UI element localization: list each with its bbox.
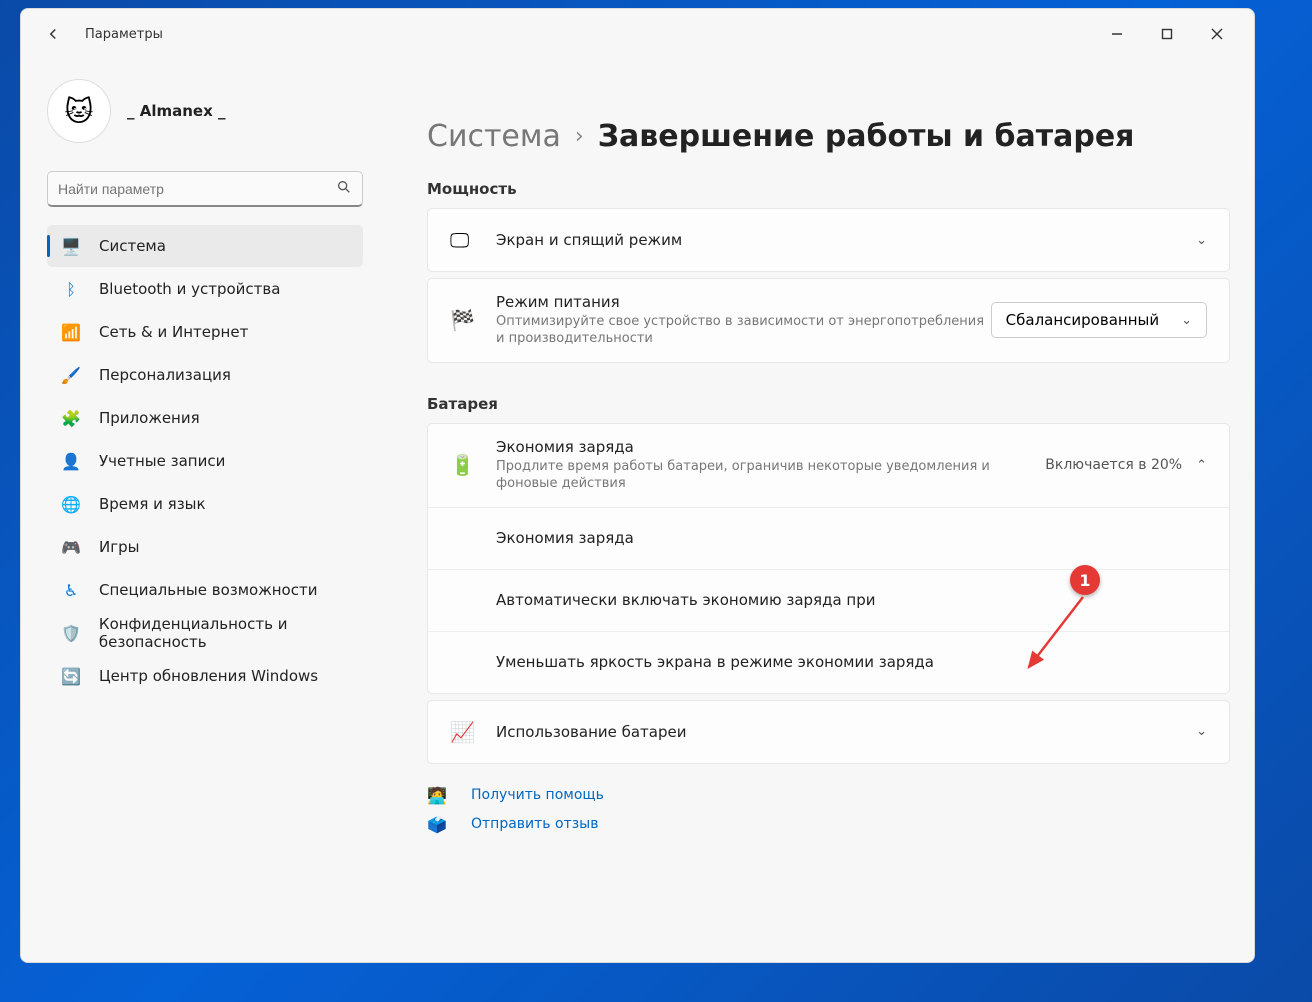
sidebar-item-label: Сеть & и Интернет: [99, 323, 248, 341]
search-input[interactable]: [58, 181, 336, 197]
sidebar-item-label: Игры: [99, 538, 139, 556]
battery-saver-toggle-row[interactable]: Экономия заряда: [428, 507, 1229, 569]
auto-enable-row[interactable]: Автоматически включать экономию заряда п…: [428, 569, 1229, 631]
sidebar-item-update[interactable]: 🔄 Центр обновления Windows: [47, 655, 363, 697]
power-mode-dropdown[interactable]: Сбалансированный ⌄: [991, 302, 1207, 338]
screen-icon: 🖵: [450, 228, 496, 252]
feedback-link-row: 🗳️ Отправить отзыв: [427, 815, 1230, 834]
get-help-link[interactable]: Получить помощь: [471, 787, 604, 803]
battery-usage-panel[interactable]: 📈 Использование батареи ⌄: [427, 700, 1230, 764]
power-mode-sub: Оптимизируйте свое устройство в зависимо…: [496, 314, 991, 348]
sidebar: 🐱 _ Almanex _ 🖥️ Система ᛒ Bluetooth и уст…: [21, 59, 377, 962]
dim-row[interactable]: Уменьшать яркость экрана в режиме эконом…: [428, 631, 1229, 693]
feedback-link[interactable]: Отправить отзыв: [471, 816, 598, 832]
sidebar-item-system[interactable]: 🖥️ Система: [47, 225, 363, 267]
breadcrumb-parent[interactable]: Система: [427, 119, 561, 154]
page-title: Завершение работы и батарея: [598, 119, 1135, 154]
sidebar-item-bluetooth[interactable]: ᛒ Bluetooth и устройства: [47, 268, 363, 310]
sidebar-item-personalization[interactable]: 🖌️ Персонализация: [47, 354, 363, 396]
screen-sleep-title: Экран и спящий режим: [496, 231, 1196, 249]
brush-icon: 🖌️: [61, 365, 81, 385]
system-icon: 🖥️: [61, 236, 81, 256]
sidebar-item-label: Учетные записи: [99, 452, 225, 470]
auto-enable-label: Автоматически включать экономию заряда п…: [496, 591, 1207, 609]
sidebar-item-network[interactable]: 📶 Сеть & и Интернет: [47, 311, 363, 353]
sidebar-item-time-language[interactable]: 🌐 Время и язык: [47, 483, 363, 525]
sidebar-item-label: Bluetooth и устройства: [99, 280, 280, 298]
help-icon: 🧑‍💻: [427, 786, 449, 805]
sidebar-item-label: Система: [99, 237, 166, 255]
power-mode-value: Сбалансированный: [1006, 311, 1159, 329]
bluetooth-icon: ᛒ: [61, 279, 81, 299]
maximize-button[interactable]: [1142, 16, 1192, 52]
sidebar-item-label: Время и язык: [99, 495, 206, 513]
sidebar-item-accessibility[interactable]: ♿ Специальные возможности: [47, 569, 363, 611]
battery-saver-status: Включается в 20%: [1045, 457, 1182, 473]
profile-block[interactable]: 🐱 _ Almanex _: [47, 79, 363, 143]
battery-saver-header[interactable]: 🔋 Экономия заряда Продлите время работы …: [428, 424, 1229, 507]
search-box[interactable]: [47, 171, 363, 207]
power-mode-panel[interactable]: 🏁 Режим питания Оптимизируйте свое устро…: [427, 278, 1230, 363]
battery-icon: 🔋: [450, 453, 496, 477]
sidebar-item-apps[interactable]: 🧩 Приложения: [47, 397, 363, 439]
settings-window: Параметры 🐱 _ Almanex _ 🖥️ Система ᛒ Bluet…: [20, 8, 1255, 963]
chevron-right-icon: ›: [575, 124, 584, 149]
close-button[interactable]: [1192, 16, 1242, 52]
dim-label: Уменьшать яркость экрана в режиме эконом…: [496, 653, 1207, 671]
annotation-marker-1: 1: [1070, 565, 1100, 595]
minimize-button[interactable]: [1092, 16, 1142, 52]
window-controls: [1092, 16, 1242, 52]
help-link-row: 🧑‍💻 Получить помощь: [427, 786, 1230, 805]
battery-saver-toggle-label: Экономия заряда: [496, 529, 1207, 547]
section-battery-label: Батарея: [427, 395, 1230, 413]
screen-sleep-panel[interactable]: 🖵 Экран и спящий режим ⌄: [427, 208, 1230, 272]
main-content: Система › Завершение работы и батарея Мо…: [377, 59, 1254, 962]
avatar: 🐱: [47, 79, 111, 143]
window-title: Параметры: [85, 27, 163, 42]
chevron-down-icon: ⌄: [1196, 233, 1207, 248]
sidebar-item-gaming[interactable]: 🎮 Игры: [47, 526, 363, 568]
sidebar-item-label: Конфиденциальность и безопасность: [99, 615, 349, 651]
gauge-icon: 🏁: [450, 308, 496, 332]
accounts-icon: 👤: [61, 451, 81, 471]
titlebar: Параметры: [21, 9, 1254, 59]
battery-saver-panel: 🔋 Экономия заряда Продлите время работы …: [427, 423, 1230, 694]
power-mode-title: Режим питания: [496, 293, 991, 311]
sidebar-item-privacy[interactable]: 🛡️ Конфиденциальность и безопасность: [47, 612, 363, 654]
battery-saver-sub: Продлите время работы батареи, ограничив…: [496, 459, 996, 493]
wifi-icon: 📶: [61, 322, 81, 342]
gamepad-icon: 🎮: [61, 537, 81, 557]
accessibility-icon: ♿: [61, 580, 81, 600]
update-icon: 🔄: [61, 666, 81, 686]
battery-usage-title: Использование батареи: [496, 723, 1196, 741]
breadcrumb: Система › Завершение работы и батарея: [427, 119, 1230, 154]
globe-icon: 🌐: [61, 494, 81, 514]
sidebar-item-label: Специальные возможности: [99, 581, 317, 599]
chevron-down-icon: ⌄: [1181, 313, 1192, 328]
username: _ Almanex _: [127, 102, 225, 120]
section-power-label: Мощность: [427, 180, 1230, 198]
sidebar-item-label: Приложения: [99, 409, 200, 427]
battery-saver-title: Экономия заряда: [496, 438, 1045, 456]
chevron-down-icon: ⌄: [1196, 724, 1207, 739]
shield-icon: 🛡️: [61, 623, 81, 643]
sidebar-nav: 🖥️ Система ᛒ Bluetooth и устройства 📶 Сеть …: [47, 225, 363, 697]
feedback-icon: 🗳️: [427, 815, 449, 834]
sidebar-item-label: Центр обновления Windows: [99, 667, 318, 685]
chart-icon: 📈: [450, 720, 496, 744]
sidebar-item-accounts[interactable]: 👤 Учетные записи: [47, 440, 363, 482]
sidebar-item-label: Персонализация: [99, 366, 231, 384]
back-button[interactable]: [41, 22, 65, 46]
chevron-up-icon: ⌃: [1196, 458, 1207, 473]
search-icon: [336, 179, 352, 199]
apps-icon: 🧩: [61, 408, 81, 428]
